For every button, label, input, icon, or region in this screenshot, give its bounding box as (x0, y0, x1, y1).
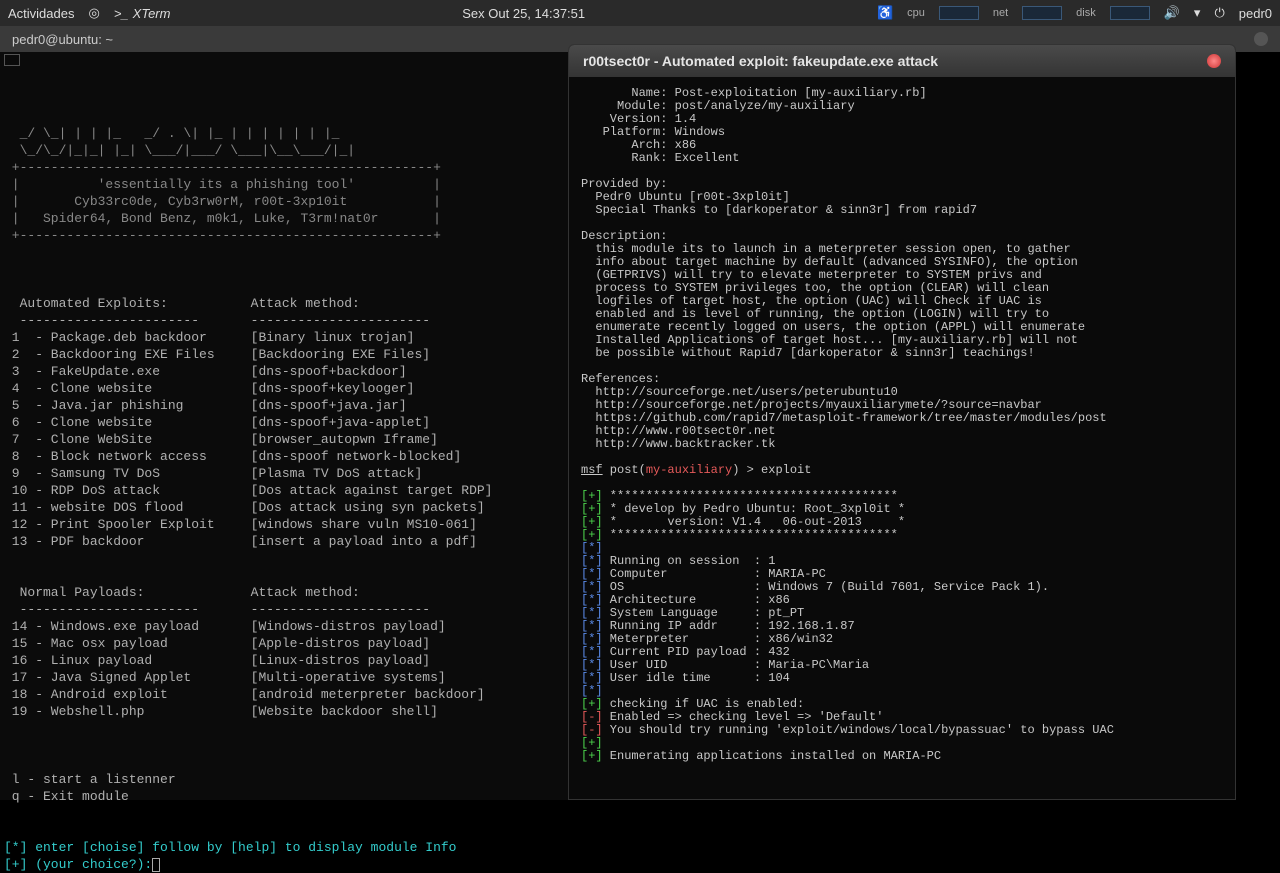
prompt-label: (your choice?): (27, 857, 152, 872)
prompt-hint: enter [choise] follow by [help] to displ… (27, 840, 456, 855)
terminal-tab-indicator[interactable] (4, 54, 20, 66)
top-panel: Actividades ◎ >_XTerm Sex Out 25, 14:37:… (0, 0, 1280, 26)
menu-exit-module: q - Exit module (4, 789, 129, 804)
clock[interactable]: Sex Out 25, 14:37:51 (190, 6, 856, 21)
disk-label: disk (1076, 7, 1096, 19)
xterm-taskbar-button[interactable]: >_XTerm (114, 6, 171, 21)
sound-icon[interactable]: 🔊 (1164, 5, 1180, 21)
menu-start-listener: l - start a listenner (4, 772, 176, 787)
activities-button[interactable]: Actividades (8, 6, 74, 21)
left-window-title: pedr0@ubuntu: ~ (12, 32, 113, 47)
disk-meter (1110, 6, 1150, 20)
right-window-title: r00tsect0r - Automated exploit: fakeupda… (583, 53, 938, 69)
user-menu[interactable]: pedr0 (1239, 6, 1272, 21)
cpu-meter (939, 6, 979, 20)
close-icon[interactable] (1207, 54, 1221, 68)
left-terminal[interactable]: _/ \_| | | |_ _/ . \| |_ | | | | | | |_ … (0, 52, 568, 800)
right-window-titlebar[interactable]: r00tsect0r - Automated exploit: fakeupda… (569, 45, 1235, 77)
panel-app-icon[interactable]: ◎ (88, 5, 99, 21)
close-icon[interactable] (1254, 32, 1268, 46)
power-icon[interactable]: ⏻ (1214, 5, 1224, 21)
ascii-banner: _/ \_| | | |_ _/ . \| |_ | | | | | | |_ (4, 126, 347, 141)
prompt-cursor[interactable] (152, 858, 160, 872)
net-label: net (993, 7, 1008, 19)
accessibility-icon[interactable]: ♿ (877, 5, 893, 21)
wifi-icon[interactable]: ▾ (1194, 5, 1201, 21)
right-window: r00tsect0r - Automated exploit: fakeupda… (568, 44, 1236, 800)
net-meter (1022, 6, 1062, 20)
cpu-label: cpu (907, 7, 925, 19)
